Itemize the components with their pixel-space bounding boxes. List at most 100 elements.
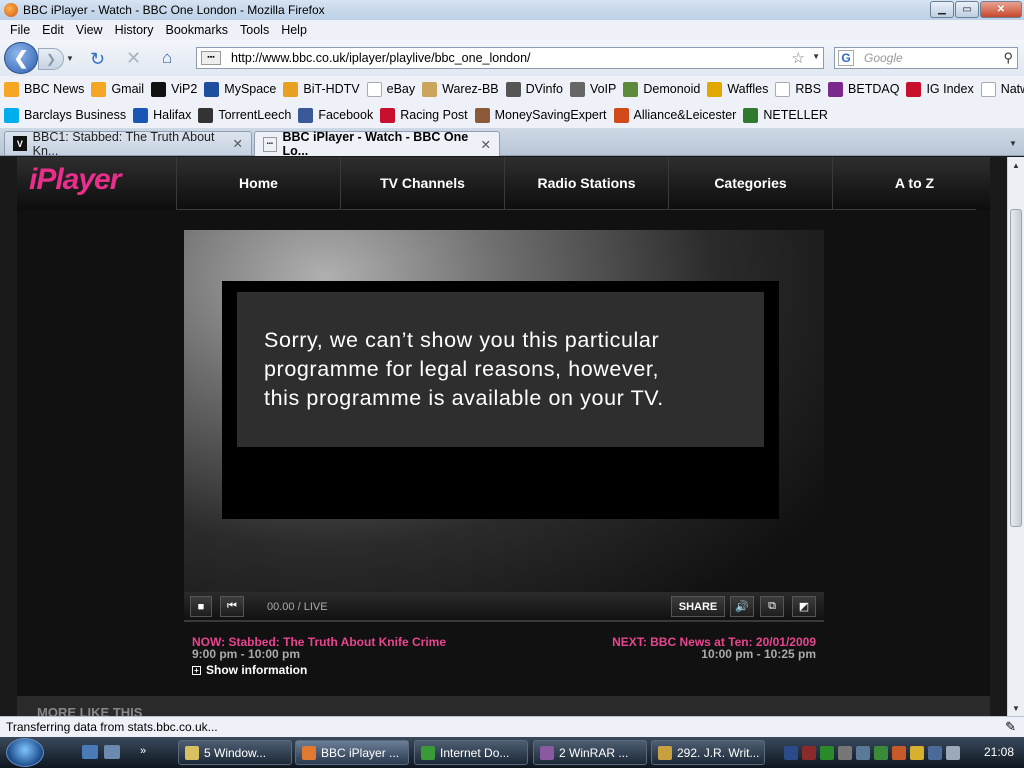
stop-icon[interactable]: ✕ — [126, 48, 141, 69]
bookmark-racing-post[interactable]: Racing Post — [380, 107, 468, 123]
menu-view[interactable]: View — [70, 23, 109, 37]
tray-icon[interactable] — [802, 746, 816, 760]
bookmark-alliance-leicester[interactable]: Alliance&Leicester — [613, 107, 736, 123]
bookmark-label: Warez-BB — [442, 82, 499, 96]
fullscreen-button[interactable]: ◩ — [792, 596, 816, 617]
tab-bbc1-stabbed[interactable]: V BBC1: Stabbed: The Truth About Kn... ✕ — [4, 130, 252, 158]
bookmark-label: Gmail — [111, 82, 145, 96]
search-icon[interactable]: ⚲ — [1003, 50, 1013, 66]
url-dropdown-icon[interactable]: ▼ — [812, 52, 820, 61]
taskbar-button[interactable]: 292. J.R. Writ... — [651, 740, 765, 765]
taskbar-button[interactable]: 5 Window... — [178, 740, 292, 765]
bookmark-moneysavingexpert[interactable]: MoneySavingExpert — [474, 107, 607, 123]
search-box[interactable]: G Google ⚲ — [834, 47, 1018, 69]
iplayer-logo[interactable]: iPlayer — [29, 163, 121, 197]
tab-bbc-iplayer[interactable]: ▪▪▪ BBC iPlayer - Watch - BBC One Lo... … — [254, 130, 500, 158]
bookmark-voip[interactable]: VoIP — [569, 81, 616, 97]
tray-icon[interactable] — [892, 746, 906, 760]
home-icon[interactable]: ⌂ — [162, 48, 172, 68]
bookmark-warez-bb[interactable]: Warez-BB — [422, 81, 499, 97]
show-information-toggle[interactable]: + Show information — [192, 663, 307, 677]
scroll-up-icon[interactable]: ▲ — [1008, 157, 1024, 173]
close-tab-icon[interactable]: ✕ — [233, 136, 243, 151]
site-identity-icon[interactable]: ▪▪▪ — [201, 51, 221, 65]
forward-button[interactable]: ❯ — [38, 48, 64, 70]
bookmark-ig-index[interactable]: IG Index — [906, 81, 974, 97]
bookmark-bbc-news[interactable]: BBC News — [4, 81, 84, 97]
menu-help[interactable]: Help — [275, 23, 313, 37]
taskbar-button[interactable]: BBC iPlayer ... — [295, 740, 409, 765]
bookmark-torrentleech[interactable]: TorrentLeech — [198, 107, 291, 123]
bookmark-natwest[interactable]: Natwest — [980, 81, 1024, 97]
menu-tools[interactable]: Tools — [234, 23, 275, 37]
back-button[interactable]: ❮ — [4, 42, 38, 74]
maximize-button[interactable]: ▭ — [955, 1, 979, 18]
video-player[interactable]: Sorry, we can’t show you this particular… — [184, 230, 824, 622]
popout-button[interactable]: ⧉ — [760, 596, 784, 617]
list-all-tabs-icon[interactable]: ▼ — [1004, 133, 1022, 153]
address-bar[interactable]: ▪▪▪ http://www.bbc.co.uk/iplayer/playliv… — [196, 47, 824, 69]
bookmark-halifax[interactable]: Halifax — [133, 107, 191, 123]
search-placeholder[interactable]: Google — [864, 51, 903, 65]
bookmark-label: ViP2 — [171, 82, 198, 96]
bookmark-demonoid[interactable]: Demonoid — [623, 81, 700, 97]
bookmark-myspace[interactable]: MySpace — [204, 81, 276, 97]
history-dropdown-icon[interactable]: ▼ — [66, 54, 74, 63]
taskbar-button-label: 5 Window... — [204, 745, 267, 760]
bookmark-neteller[interactable]: NETELLER — [743, 107, 828, 123]
tray-icon[interactable] — [820, 746, 834, 760]
url-text[interactable]: http://www.bbc.co.uk/iplayer/playlive/bb… — [231, 51, 531, 65]
reload-icon[interactable]: ↻ — [90, 49, 105, 70]
bookmark-rbs[interactable]: RBS — [775, 81, 821, 97]
halifax-icon — [133, 107, 149, 123]
menu-file[interactable]: File — [4, 23, 36, 37]
close-window-button[interactable]: ✕ — [980, 1, 1022, 18]
nav-categories[interactable]: Categories — [668, 157, 832, 209]
bookmark-barclays-business[interactable]: Barclays Business — [4, 107, 126, 123]
rss-icon — [91, 81, 107, 97]
nav-radio-stations[interactable]: Radio Stations — [504, 157, 668, 209]
scrollbar-thumb[interactable] — [1010, 209, 1022, 527]
vertical-scrollbar[interactable]: ▲ ▼ — [1007, 157, 1024, 716]
start-button[interactable] — [6, 738, 44, 767]
bookmark-facebook[interactable]: Facebook — [298, 107, 373, 123]
show-desktop-icon[interactable] — [82, 745, 98, 759]
taskbar-button[interactable]: 2 WinRAR ... — [533, 740, 647, 765]
tray-icon[interactable] — [910, 746, 924, 760]
nav-a-to-z[interactable]: A to Z — [832, 157, 996, 209]
menu-history[interactable]: History — [109, 23, 160, 37]
bookmark-bit-hdtv[interactable]: BiT-HDTV — [283, 81, 360, 97]
demonoid-icon — [623, 81, 639, 97]
switch-windows-icon[interactable] — [104, 745, 120, 759]
taskbar-button[interactable]: Internet Do... — [414, 740, 528, 765]
bookmark-dvinfo[interactable]: DVinfo — [505, 81, 563, 97]
restart-button[interactable]: ⏮ — [220, 596, 244, 617]
bookmark-ebay[interactable]: eBay — [366, 81, 415, 97]
bookmark-gmail[interactable]: Gmail — [91, 81, 145, 97]
share-button[interactable]: SHARE — [671, 596, 725, 617]
tray-icon[interactable] — [838, 746, 852, 760]
stop-button[interactable]: ■ — [190, 596, 212, 617]
nav-tv-channels[interactable]: TV Channels — [340, 157, 504, 209]
scroll-down-icon[interactable]: ▼ — [1008, 700, 1024, 716]
tray-icon[interactable] — [874, 746, 888, 760]
close-tab-icon[interactable]: ✕ — [481, 137, 491, 152]
tray-icon[interactable] — [784, 746, 798, 760]
bookmark-betdaq[interactable]: BETDAQ — [828, 81, 899, 97]
menu-bookmarks[interactable]: Bookmarks — [159, 23, 234, 37]
taskbar-clock[interactable]: 21:08 — [984, 745, 1014, 759]
minimize-button[interactable]: ▁ — [930, 1, 954, 18]
quicklaunch-overflow-icon[interactable]: » — [140, 745, 156, 759]
bookmark-star-icon[interactable]: ☆ — [792, 49, 805, 67]
tab-strip: V BBC1: Stabbed: The Truth About Kn... ✕… — [0, 128, 1024, 158]
nav-home[interactable]: Home — [176, 157, 340, 209]
status-addon-icons[interactable]: ✎ — [1005, 719, 1016, 735]
tray-icon[interactable] — [856, 746, 870, 760]
bookmark-waffles[interactable]: Waffles — [707, 81, 768, 97]
volume-icon[interactable] — [946, 746, 960, 760]
network-icon[interactable] — [928, 746, 942, 760]
google-engine-icon[interactable]: G — [838, 50, 854, 66]
volume-button[interactable]: 🔊 — [730, 596, 754, 617]
bookmark-vip2[interactable]: ViP2 — [151, 81, 198, 97]
menu-edit[interactable]: Edit — [36, 23, 70, 37]
